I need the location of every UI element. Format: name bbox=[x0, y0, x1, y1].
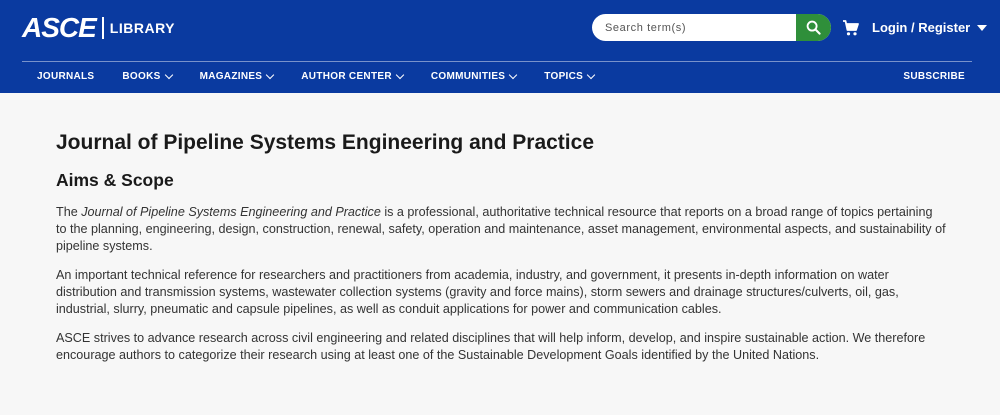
subscribe-link[interactable]: SUBSCRIBE bbox=[903, 71, 965, 82]
search-input[interactable] bbox=[592, 14, 796, 41]
scope-paragraph-2: An important technical reference for res… bbox=[56, 268, 899, 316]
scope-paragraph-3: ASCE strives to advance research across … bbox=[56, 331, 926, 362]
nav-communities[interactable]: COMMUNITIES bbox=[430, 70, 518, 82]
caret-down-icon bbox=[977, 24, 988, 31]
logo-mark: ASCE bbox=[22, 12, 97, 43]
site-header: ASCE LIBRARY Login / Register JOURNALS B… bbox=[0, 0, 1000, 93]
login-register-label: Login / Register bbox=[872, 20, 971, 35]
journal-title: Journal of Pipeline Systems Engineering … bbox=[56, 131, 594, 154]
logo-library-text: LIBRARY bbox=[109, 20, 175, 36]
nav-item-label: COMMUNITIES bbox=[430, 71, 506, 82]
chevron-down-icon bbox=[164, 70, 173, 80]
main-content: Journal of Pipeline Systems Engineering … bbox=[56, 131, 946, 376]
chevron-down-icon bbox=[395, 70, 405, 80]
asce-library-logo[interactable]: ASCE LIBRARY bbox=[22, 14, 175, 42]
paragraph-prefix: The bbox=[56, 205, 82, 219]
nav-item-label: TOPICS bbox=[544, 71, 584, 82]
nav-author-center[interactable]: AUTHOR CENTER bbox=[301, 70, 405, 82]
search-icon bbox=[806, 20, 821, 35]
section-title: Aims & Scope bbox=[56, 170, 174, 190]
nav-journals[interactable]: JOURNALS bbox=[37, 71, 94, 82]
nav-item-label: AUTHOR CENTER bbox=[301, 71, 392, 82]
scope-paragraph-1: The Journal of Pipeline Systems Engineer… bbox=[56, 204, 946, 255]
chevron-down-icon bbox=[586, 70, 596, 80]
nav-topics[interactable]: TOPICS bbox=[544, 70, 596, 82]
nav-item-label: JOURNALS bbox=[37, 71, 95, 82]
nav-item-label: MAGAZINES bbox=[199, 71, 263, 82]
nav-item-label: BOOKS bbox=[122, 71, 161, 82]
login-register-menu[interactable]: Login / Register bbox=[872, 20, 988, 35]
chevron-down-icon bbox=[509, 70, 518, 80]
nav-divider bbox=[22, 61, 972, 62]
search-button[interactable] bbox=[796, 14, 831, 41]
nav-books[interactable]: BOOKS bbox=[122, 70, 173, 82]
chevron-down-icon bbox=[266, 70, 275, 80]
search-bar bbox=[592, 14, 831, 41]
main-nav: JOURNALS BOOKS MAGAZINES AUTHOR CENTER C… bbox=[37, 70, 622, 82]
logo-divider bbox=[101, 17, 104, 39]
journal-name-italic: Journal of Pipeline Systems Engineering … bbox=[81, 205, 381, 219]
cart-icon[interactable] bbox=[842, 19, 860, 37]
nav-magazines[interactable]: MAGAZINES bbox=[199, 70, 275, 82]
